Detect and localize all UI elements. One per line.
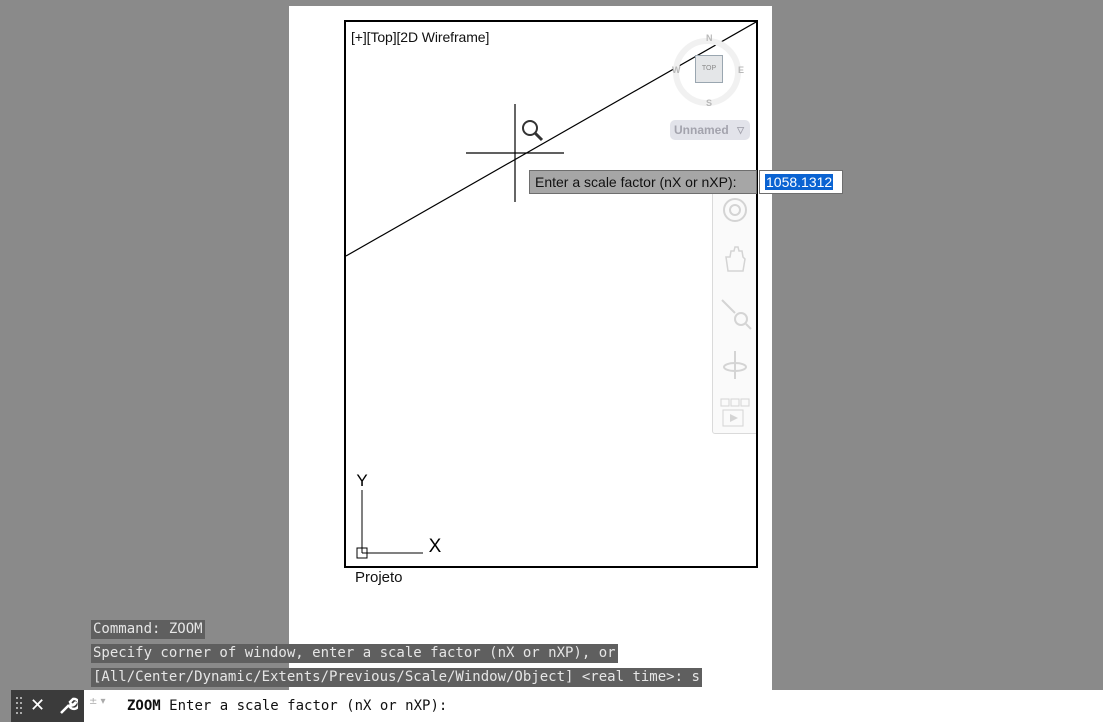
dynamic-input-field[interactable]: 1058.1312 (759, 170, 843, 194)
viewcube-top-face[interactable]: TOP (695, 55, 723, 83)
viewcube[interactable]: N S E W TOP (668, 28, 748, 118)
orbit-icon[interactable] (717, 347, 753, 383)
zoom-cursor-icon (522, 120, 544, 142)
command-line-controls: ✕ (11, 690, 84, 722)
compass-west[interactable]: W (672, 65, 681, 75)
command-name: ZOOM (127, 698, 161, 714)
ucs-icon: Y X (356, 471, 442, 559)
command-history-line: Specify corner of window, enter a scale … (91, 644, 618, 663)
compass-north[interactable]: N (706, 33, 713, 43)
model-viewport[interactable]: Y X [+][Top][2D Wireframe] N S E W TOP U… (344, 20, 758, 568)
viewport-controls-label[interactable]: [+][Top][2D Wireframe] (351, 29, 489, 45)
command-history-line: [All/Center/Dynamic/Extents/Previous/Sca… (91, 668, 702, 687)
dynamic-input-prompt: Enter a scale factor (nX or nXP): (529, 170, 757, 194)
zoom-extents-icon[interactable] (717, 295, 753, 331)
grip-handle-icon[interactable] (16, 697, 22, 717)
command-prompt[interactable]: ZOOM Enter a scale factor (nX or nXP): (127, 698, 447, 714)
wrench-icon[interactable] (58, 695, 81, 720)
layout-name-label: Projeto (355, 569, 403, 586)
pan-icon[interactable] (717, 241, 753, 277)
dynamic-input-value[interactable]: 1058.1312 (765, 174, 834, 190)
command-prompt-text: Enter a scale factor (nX or nXP): (169, 698, 448, 714)
navigation-bar[interactable] (712, 182, 756, 434)
steeringwheel-icon[interactable] (717, 193, 753, 229)
ucs-x-label: X (429, 536, 442, 557)
ucs-y-label: Y (356, 471, 367, 490)
compass-south[interactable]: S (706, 98, 712, 108)
recent-commands-icon[interactable]: ± ▾ (89, 696, 106, 707)
close-icon[interactable]: ✕ (30, 695, 45, 716)
compass-east[interactable]: E (738, 65, 744, 75)
command-line[interactable]: ✕ ± ▾ ZOOM Enter a scale factor (nX or n… (11, 690, 1103, 722)
chevron-down-icon: ▽ (737, 125, 744, 135)
ucs-menu-dropdown[interactable]: Unnamed ▽ (670, 120, 750, 140)
command-history-line: Command: ZOOM (91, 620, 205, 639)
showmotion-icon[interactable] (717, 397, 753, 433)
ucs-menu-label: Unnamed (674, 123, 729, 137)
